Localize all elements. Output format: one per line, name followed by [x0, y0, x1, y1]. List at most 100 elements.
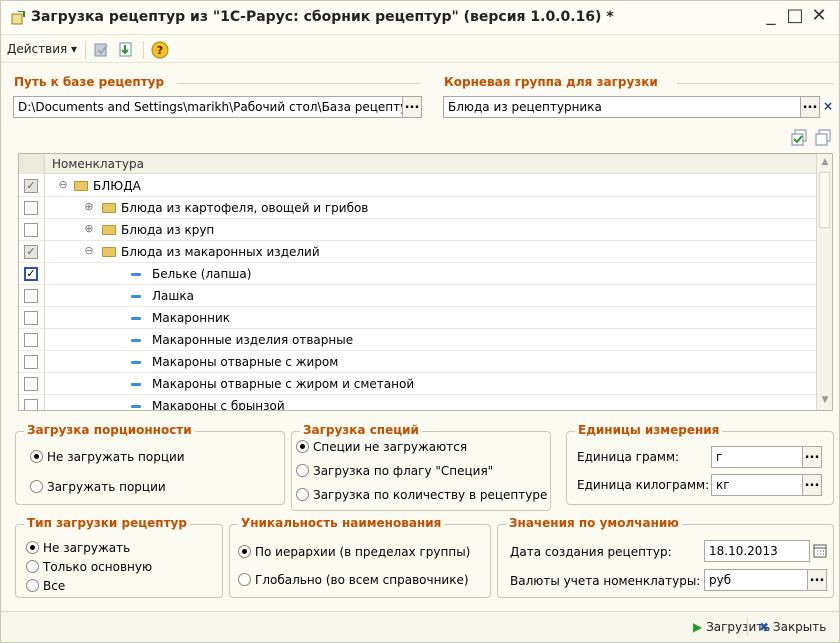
table-row[interactable]: Макароны отварные с жиром	[19, 351, 816, 373]
row-checkbox[interactable]	[24, 289, 38, 303]
kg-unit-select-button[interactable]: ...	[802, 474, 822, 496]
root-group-clear-button[interactable]: ×	[819, 96, 837, 118]
row-checkbox[interactable]: ✓	[24, 245, 38, 259]
table-row[interactable]: ✓ Бельке (лапша)	[19, 263, 816, 285]
help-icon[interactable]: ?	[151, 41, 169, 59]
check-column-header[interactable]	[19, 154, 45, 174]
table-row[interactable]: Макароны с брынзой	[19, 395, 816, 411]
nomenclature-table: Номенклатура ✓ ⊖ БЛЮДА ⊕ Блюда из картоф…	[18, 153, 833, 411]
table-row[interactable]: ⊕ Блюда из картофеля, овощей и грибов	[19, 197, 816, 219]
expand-icon[interactable]: ⊕	[83, 201, 95, 213]
table-row[interactable]: Лашка	[19, 285, 816, 307]
toolbar-separator	[85, 41, 86, 59]
row-label: Макароны с брынзой	[152, 399, 285, 411]
row-checkbox[interactable]	[24, 377, 38, 391]
scroll-up-icon[interactable]: ▲	[817, 154, 832, 170]
folder-icon	[74, 181, 88, 191]
row-label: Блюда из круп	[121, 223, 215, 237]
title-bar: Загрузка рецептур из "1С-Рарус: сборник …	[1, 1, 839, 35]
spices-option-flag[interactable]: Загрузка по флагу "Специя"	[296, 464, 493, 478]
uniqueness-group: Уникальность наименования По иерархии (в…	[229, 516, 491, 598]
spices-option-quantity[interactable]: Загрузка по количеству в рецептуре	[296, 488, 547, 502]
folder-icon	[102, 247, 116, 257]
row-checkbox[interactable]: ✓	[24, 267, 38, 281]
item-icon	[131, 273, 141, 276]
path-browse-button[interactable]: ...	[402, 96, 422, 118]
scroll-down-icon[interactable]: ▼	[817, 392, 832, 408]
load-type-option-all[interactable]: Все	[26, 579, 65, 593]
path-label: Путь к базе рецептур	[14, 75, 165, 89]
table-row[interactable]: Макаронные изделия отварные	[19, 329, 816, 351]
gram-unit-label: Единица грамм:	[577, 450, 680, 464]
load-type-option-none[interactable]: Не загружать	[26, 541, 130, 555]
uniqueness-option-global[interactable]: Глобально (во всем справочнике)	[238, 573, 469, 587]
collapse-icon[interactable]: ⊖	[83, 245, 95, 257]
row-checkbox[interactable]: ✓	[24, 179, 38, 193]
scroll-thumb[interactable]	[819, 172, 830, 228]
table-row[interactable]: Макаронник	[19, 307, 816, 329]
units-legend: Единицы измерения	[575, 423, 723, 437]
currency-select-button[interactable]: ...	[807, 569, 827, 591]
row-label: Макаронник	[152, 311, 231, 325]
item-icon	[131, 317, 141, 320]
path-field[interactable]: D:\Documents and Settings\marikh\Рабочий…	[13, 96, 403, 118]
row-checkbox[interactable]	[24, 311, 38, 325]
kg-unit-field[interactable]: кг	[711, 474, 803, 496]
toolbar: Действия ▾ ?	[1, 37, 839, 63]
defaults-group: Значения по умолчанию Дата создания реце…	[497, 516, 834, 598]
help-glyph: ?	[157, 44, 163, 57]
table-row[interactable]: ⊕ Блюда из круп	[19, 219, 816, 241]
column-header-nomenclature[interactable]: Номенклатура	[52, 157, 144, 171]
portion-option-none[interactable]: Не загружать порции	[30, 450, 185, 464]
table-row[interactable]: ✓ ⊖ Блюда из макаронных изделий	[19, 241, 816, 263]
expand-icon[interactable]: ⊕	[83, 223, 95, 235]
check-all-icon[interactable]	[791, 129, 809, 147]
portion-legend: Загрузка порционности	[24, 423, 195, 437]
load-type-legend: Тип загрузки рецептур	[24, 516, 190, 530]
table-header: Номенклатура	[19, 154, 816, 174]
portion-group: Загрузка порционности Не загружать порци…	[15, 423, 285, 505]
creation-date-field[interactable]: 18.10.2013	[704, 540, 810, 562]
uniqueness-option-hierarchy[interactable]: По иерархии (в пределах группы)	[238, 545, 470, 559]
item-icon	[131, 361, 141, 364]
uncheck-all-icon[interactable]	[815, 129, 833, 147]
row-checkbox[interactable]	[24, 201, 38, 215]
row-checkbox[interactable]	[24, 355, 38, 369]
load-type-option-main[interactable]: Только основную	[26, 560, 152, 574]
select-all-icon[interactable]	[93, 41, 111, 59]
footer-bar: ▶ Загрузить ✖ Закрыть	[1, 611, 839, 642]
row-checkbox[interactable]	[24, 223, 38, 237]
root-group-label: Корневая группа для загрузки	[444, 75, 658, 89]
row-checkbox[interactable]	[24, 333, 38, 347]
folder-icon	[102, 225, 116, 235]
row-checkbox[interactable]	[24, 399, 38, 410]
item-icon	[131, 295, 141, 298]
maximize-button[interactable]: □	[785, 5, 805, 26]
close-icon: ✖	[759, 620, 770, 634]
gram-unit-select-button[interactable]: ...	[802, 446, 822, 468]
download-icon[interactable]	[117, 41, 135, 59]
spices-option-none[interactable]: Специи не загружаются	[296, 440, 467, 454]
table-scrollbar[interactable]: ▲ ▼	[816, 154, 832, 410]
form-icon	[11, 11, 25, 25]
row-label: Макароны отварные с жиром	[152, 355, 339, 369]
table-row[interactable]: ✓ ⊖ БЛЮДА	[19, 175, 816, 197]
portion-option-load[interactable]: Загружать порции	[30, 480, 166, 494]
currency-label: Валюты учета номенклатуры:	[510, 574, 701, 588]
close-button[interactable]: ✕	[809, 5, 829, 26]
row-label: Макаронные изделия отварные	[152, 333, 354, 347]
close-form-button[interactable]: ✖ Закрыть	[759, 620, 826, 634]
root-group-select-button[interactable]: ...	[800, 96, 820, 118]
minimize-button[interactable]: _	[761, 5, 781, 26]
dialog-window: Загрузка рецептур из "1С-Рарус: сборник …	[0, 0, 840, 643]
actions-menu[interactable]: Действия ▾	[7, 42, 77, 56]
collapse-icon[interactable]: ⊖	[57, 179, 69, 191]
row-label: Блюда из макаронных изделий	[121, 245, 320, 259]
currency-field[interactable]: руб	[704, 569, 808, 591]
gram-unit-field[interactable]: г	[711, 446, 803, 468]
calendar-icon[interactable]	[812, 543, 828, 559]
root-group-field[interactable]: Блюда из рецептурника	[443, 96, 801, 118]
table-row[interactable]: Макароны отварные с жиром и сметаной	[19, 373, 816, 395]
creation-date-label: Дата создания рецептур:	[510, 545, 672, 559]
root-group-divider	[677, 83, 833, 84]
